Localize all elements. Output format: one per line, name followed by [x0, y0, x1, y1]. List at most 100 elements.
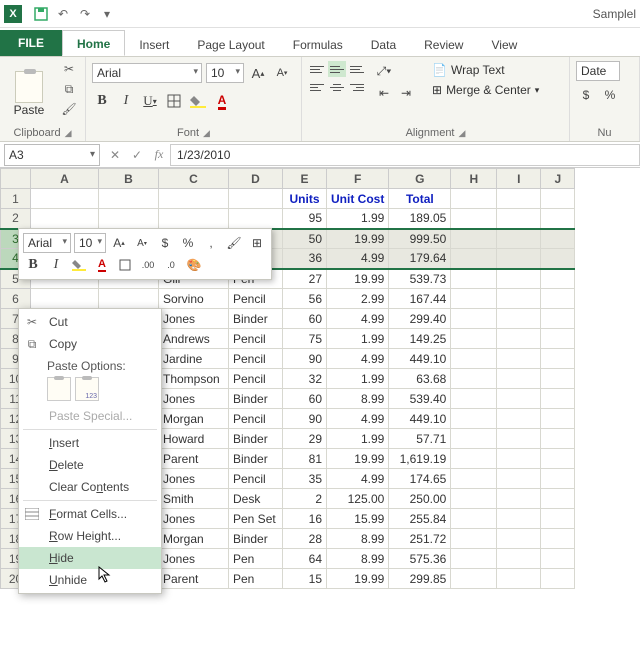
cell[interactable]: [451, 309, 497, 329]
cell[interactable]: 8.99: [327, 549, 389, 569]
mini-font-color[interactable]: A: [92, 255, 112, 275]
cell[interactable]: Sorvino: [159, 289, 229, 309]
cell[interactable]: Jones: [159, 509, 229, 529]
cell[interactable]: [541, 389, 575, 409]
cell[interactable]: [451, 229, 497, 249]
insert-function-button[interactable]: fx: [148, 144, 170, 166]
menu-paste-values[interactable]: [75, 377, 99, 401]
cancel-formula-button[interactable]: ✕: [104, 144, 126, 166]
cell[interactable]: [451, 529, 497, 549]
fill-color-button[interactable]: [188, 91, 208, 111]
column-header-A[interactable]: A: [31, 169, 99, 189]
tab-view[interactable]: View: [477, 32, 531, 56]
cell[interactable]: [497, 189, 541, 209]
cell[interactable]: 4.99: [327, 249, 389, 269]
cell[interactable]: Unit Cost: [327, 189, 389, 209]
cell[interactable]: [541, 509, 575, 529]
cell[interactable]: Binder: [229, 309, 283, 329]
bold-button[interactable]: B: [92, 91, 112, 111]
cell[interactable]: [99, 209, 159, 229]
select-all-cell[interactable]: [1, 169, 31, 189]
cell[interactable]: Morgan: [159, 529, 229, 549]
redo-button[interactable]: ↷: [76, 5, 94, 23]
align-top-button[interactable]: [308, 61, 326, 77]
cell[interactable]: [451, 469, 497, 489]
cell[interactable]: [497, 469, 541, 489]
shrink-font-button[interactable]: A▾: [272, 63, 292, 83]
cell[interactable]: 15.99: [327, 509, 389, 529]
alignment-dialog-launcher[interactable]: ◢: [459, 128, 466, 139]
cell[interactable]: [99, 189, 159, 209]
clipboard-dialog-launcher[interactable]: ◢: [65, 128, 72, 139]
cell[interactable]: 174.65: [389, 469, 451, 489]
cell[interactable]: [451, 389, 497, 409]
cell[interactable]: [497, 429, 541, 449]
cell[interactable]: 2: [283, 489, 327, 509]
accounting-format-button[interactable]: $: [576, 85, 596, 105]
cell[interactable]: 64: [283, 549, 327, 569]
cell[interactable]: Total: [389, 189, 451, 209]
borders-button[interactable]: [164, 91, 184, 111]
cell[interactable]: [541, 429, 575, 449]
cell[interactable]: Parent: [159, 569, 229, 589]
align-bottom-button[interactable]: [348, 61, 366, 77]
cell[interactable]: 125.00: [327, 489, 389, 509]
cell[interactable]: [541, 309, 575, 329]
cell[interactable]: 95: [283, 209, 327, 229]
cell[interactable]: 19.99: [327, 449, 389, 469]
cell[interactable]: 19.99: [327, 229, 389, 249]
cell[interactable]: [541, 369, 575, 389]
menu-cut[interactable]: ✂Cut: [19, 311, 161, 333]
cell[interactable]: [451, 349, 497, 369]
cell[interactable]: 60: [283, 389, 327, 409]
menu-format-cells[interactable]: Format Cells...: [19, 503, 161, 525]
cell[interactable]: 250.00: [389, 489, 451, 509]
enter-formula-button[interactable]: ✓: [126, 144, 148, 166]
italic-button[interactable]: I: [116, 91, 136, 111]
cell[interactable]: [451, 569, 497, 589]
cell[interactable]: Morgan: [159, 409, 229, 429]
cell[interactable]: [541, 349, 575, 369]
cell[interactable]: Binder: [229, 449, 283, 469]
cell[interactable]: 57.71: [389, 429, 451, 449]
name-box[interactable]: A3: [4, 144, 100, 166]
cell[interactable]: 255.84: [389, 509, 451, 529]
cell[interactable]: 4.99: [327, 349, 389, 369]
align-middle-button[interactable]: [328, 61, 346, 77]
cell[interactable]: [541, 329, 575, 349]
row-header[interactable]: 2: [1, 209, 31, 229]
cell[interactable]: 189.05: [389, 209, 451, 229]
cell[interactable]: Units: [283, 189, 327, 209]
cell[interactable]: [497, 329, 541, 349]
mini-shrink-font[interactable]: A▾: [132, 233, 152, 253]
cell[interactable]: [497, 229, 541, 249]
menu-insert[interactable]: Insert: [19, 432, 161, 454]
cell[interactable]: Smith: [159, 489, 229, 509]
tab-file[interactable]: FILE: [0, 30, 62, 56]
number-format-combo[interactable]: Date: [576, 61, 620, 81]
menu-delete[interactable]: Delete: [19, 454, 161, 476]
cell[interactable]: 63.68: [389, 369, 451, 389]
cell[interactable]: 1.99: [327, 209, 389, 229]
cell[interactable]: 27: [283, 269, 327, 289]
cell[interactable]: 1,619.19: [389, 449, 451, 469]
cell[interactable]: [451, 449, 497, 469]
menu-clear-contents[interactable]: Clear Contents: [19, 476, 161, 498]
cell[interactable]: [497, 209, 541, 229]
formula-input[interactable]: 1/23/2010: [170, 144, 640, 166]
cell[interactable]: 575.36: [389, 549, 451, 569]
cell[interactable]: [497, 529, 541, 549]
cell[interactable]: Binder: [229, 429, 283, 449]
cell[interactable]: [497, 309, 541, 329]
cell[interactable]: [229, 189, 283, 209]
merge-center-button[interactable]: ⊞ Merge & Center ▾: [428, 81, 543, 99]
cell[interactable]: 179.64: [389, 249, 451, 269]
mini-comma[interactable]: ,: [201, 233, 221, 253]
cell[interactable]: 90: [283, 349, 327, 369]
mini-percent[interactable]: %: [178, 233, 198, 253]
grow-font-button[interactable]: A▴: [248, 63, 268, 83]
tab-data[interactable]: Data: [357, 32, 410, 56]
cell[interactable]: 4.99: [327, 309, 389, 329]
cell[interactable]: [497, 509, 541, 529]
cell[interactable]: Andrews: [159, 329, 229, 349]
